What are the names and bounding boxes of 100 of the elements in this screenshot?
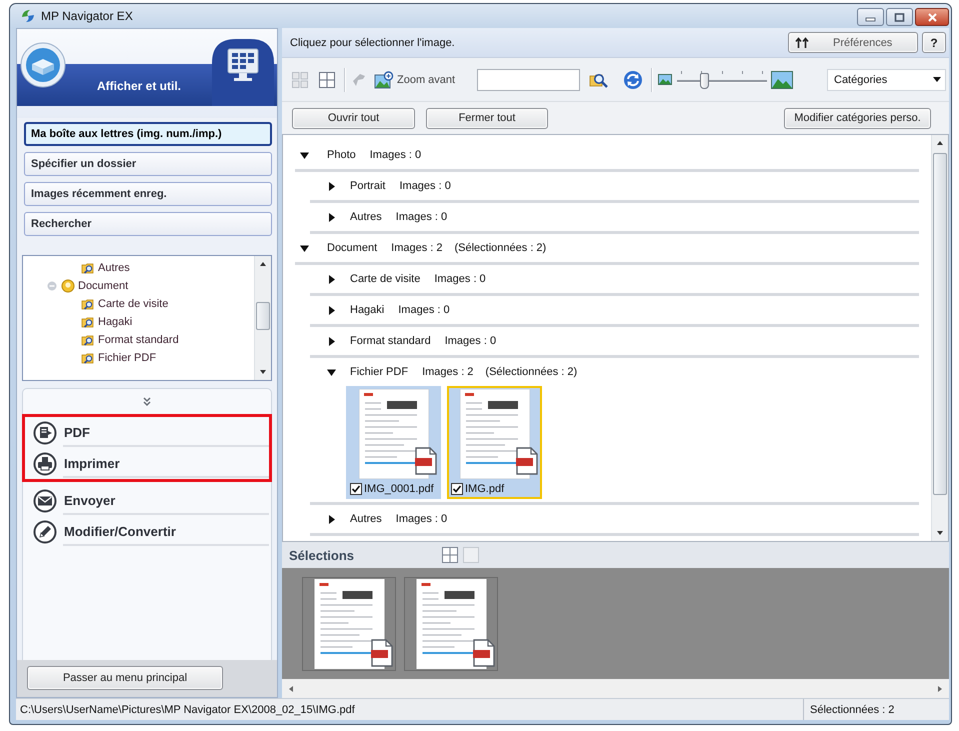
image-count: Images : 0 [398, 304, 450, 316]
category-row[interactable]: Photo Images : 0 [295, 141, 919, 169]
action-item[interactable]: PDF [25, 417, 269, 448]
scrollbar-thumb[interactable] [256, 302, 270, 330]
nav-button[interactable]: Images récemment enreg. [24, 182, 272, 206]
nav-button[interactable]: Rechercher [24, 212, 272, 236]
scrollbar[interactable] [282, 679, 949, 698]
picture-icon[interactable] [771, 70, 794, 88]
folder-search-icon [81, 315, 95, 329]
size-slider[interactable] [677, 68, 768, 90]
pdf-file-icon [516, 447, 538, 475]
category-name: Autres [350, 513, 382, 525]
category-row[interactable]: Autres Images : 0 [310, 505, 919, 533]
selection-thumbnail[interactable] [404, 577, 498, 671]
scrollbar-thumb[interactable] [933, 153, 947, 495]
image-count: Images : 0 [434, 273, 486, 285]
dropdown-arrow-icon [933, 77, 941, 82]
selection-thumbnail[interactable] [302, 577, 396, 671]
image-count: Images : 0 [444, 335, 496, 347]
folder-search-icon [81, 351, 95, 365]
caret-icon[interactable] [327, 368, 336, 376]
image-tile[interactable]: IMG.pdf [447, 386, 542, 499]
tree-item[interactable]: Document [23, 277, 254, 295]
tree-item[interactable]: Format standard [23, 331, 254, 349]
scroll-left-icon[interactable] [287, 684, 295, 692]
caret-icon[interactable] [327, 182, 336, 190]
file-name: IMG.pdf [465, 482, 504, 494]
category-row[interactable]: Format standard Images : 0 [310, 327, 919, 355]
image-count: Images : 0 [396, 211, 448, 223]
folder-search-icon [81, 333, 95, 347]
image-count: Images : 2 [422, 366, 474, 378]
grid-icon[interactable] [318, 70, 336, 88]
action-item[interactable]: Modifier/Convertir [25, 516, 269, 547]
folder-search-icon [81, 261, 95, 275]
category-row[interactable]: Portrait Images : 0 [310, 172, 919, 200]
scanner-icon [20, 42, 66, 88]
edit-categories-button[interactable]: Modifier catégories perso. [784, 108, 931, 128]
maximize-button[interactable] [886, 8, 913, 26]
action-item[interactable]: Imprimer [25, 448, 269, 479]
zoom-field[interactable] [477, 68, 580, 90]
minimize-button[interactable] [857, 8, 884, 26]
category-row[interactable]: Document Images : 2 (Sélectionnées : 2) [295, 234, 919, 262]
category-row[interactable]: Hagaki Images : 0 [310, 296, 919, 324]
picture-icon[interactable] [658, 74, 672, 85]
zoom-button[interactable]: Zoom avant [372, 68, 458, 92]
double-chevron-icon[interactable] [142, 396, 152, 406]
caret-icon[interactable] [300, 244, 309, 252]
slider-thumb[interactable] [700, 72, 709, 88]
scroll-right-icon[interactable] [936, 684, 944, 692]
selection-count: (Sélectionnées : 2) [454, 242, 546, 254]
scrollbar[interactable] [931, 135, 948, 541]
image-tile[interactable]: IMG_0001.pdf [346, 386, 441, 499]
tree-item[interactable]: Carte de visite [23, 295, 254, 313]
checkbox[interactable] [350, 482, 362, 494]
nav-button[interactable]: Spécifier un dossier [24, 152, 272, 176]
category-row[interactable]: Fichier PDF Images : 2 (Sélectionnées : 2) [310, 358, 919, 386]
category-row[interactable]: Carte de visite Images : 0 [310, 265, 919, 293]
selection-status: Sélectionnées : 2 [803, 699, 949, 720]
open-all-button[interactable]: Ouvrir tout [292, 108, 415, 128]
tree-item[interactable]: Fichier PDF [23, 349, 254, 367]
pdf-file-icon [371, 639, 393, 667]
action-item[interactable]: Envoyer [25, 485, 269, 516]
scrollbar[interactable] [254, 256, 271, 380]
tree-item[interactable]: Hagaki [23, 313, 254, 331]
window-title: MP Navigator EX [41, 9, 133, 23]
grid-icon[interactable] [442, 547, 458, 563]
up-arrows-icon [795, 36, 809, 48]
close-all-button[interactable]: Fermer tout [426, 108, 548, 128]
pencil-icon [33, 520, 57, 544]
envelope-icon [33, 488, 57, 512]
close-button[interactable] [915, 8, 949, 26]
tile-grid-icon[interactable] [291, 70, 309, 88]
preferences-button[interactable]: Préférences [788, 32, 918, 53]
category-name: Document [327, 242, 378, 254]
nav-button[interactable]: Ma boîte aux lettres (img. num./imp.) [24, 122, 272, 146]
caret-icon[interactable] [327, 306, 336, 314]
main-menu-button[interactable]: Passer au menu principal [27, 666, 223, 690]
caret-icon[interactable] [327, 514, 336, 524]
pdf-file-icon [473, 639, 495, 667]
tree-item[interactable]: Autres [23, 259, 254, 277]
category-row[interactable]: Autres Images : 0 [310, 203, 919, 231]
refresh-icon[interactable] [623, 70, 644, 90]
close-icon [926, 12, 938, 22]
image-count: Images : 0 [396, 513, 448, 525]
picture-magnifier-icon [374, 70, 394, 90]
caret-icon[interactable] [327, 212, 336, 222]
view-select[interactable]: Catégories [827, 68, 946, 90]
caret-icon[interactable] [300, 150, 309, 160]
caret-icon[interactable] [327, 274, 336, 284]
image-count: Images : 2 [391, 242, 442, 254]
file-path: C:\Users\UserName\Pictures\MP Navigator EX\2008_02_15\IMG.pdf [19, 704, 356, 716]
monitor-icon [212, 39, 274, 106]
category-name: Autres [350, 211, 382, 223]
selection-count: (Sélectionnées : 2) [485, 366, 578, 378]
help-button[interactable]: ? [922, 32, 946, 53]
pdf-file-icon [414, 447, 436, 475]
caret-icon[interactable] [327, 336, 336, 346]
checkbox[interactable] [451, 482, 463, 494]
printer-icon [33, 452, 57, 476]
category-name: Photo [327, 149, 356, 161]
